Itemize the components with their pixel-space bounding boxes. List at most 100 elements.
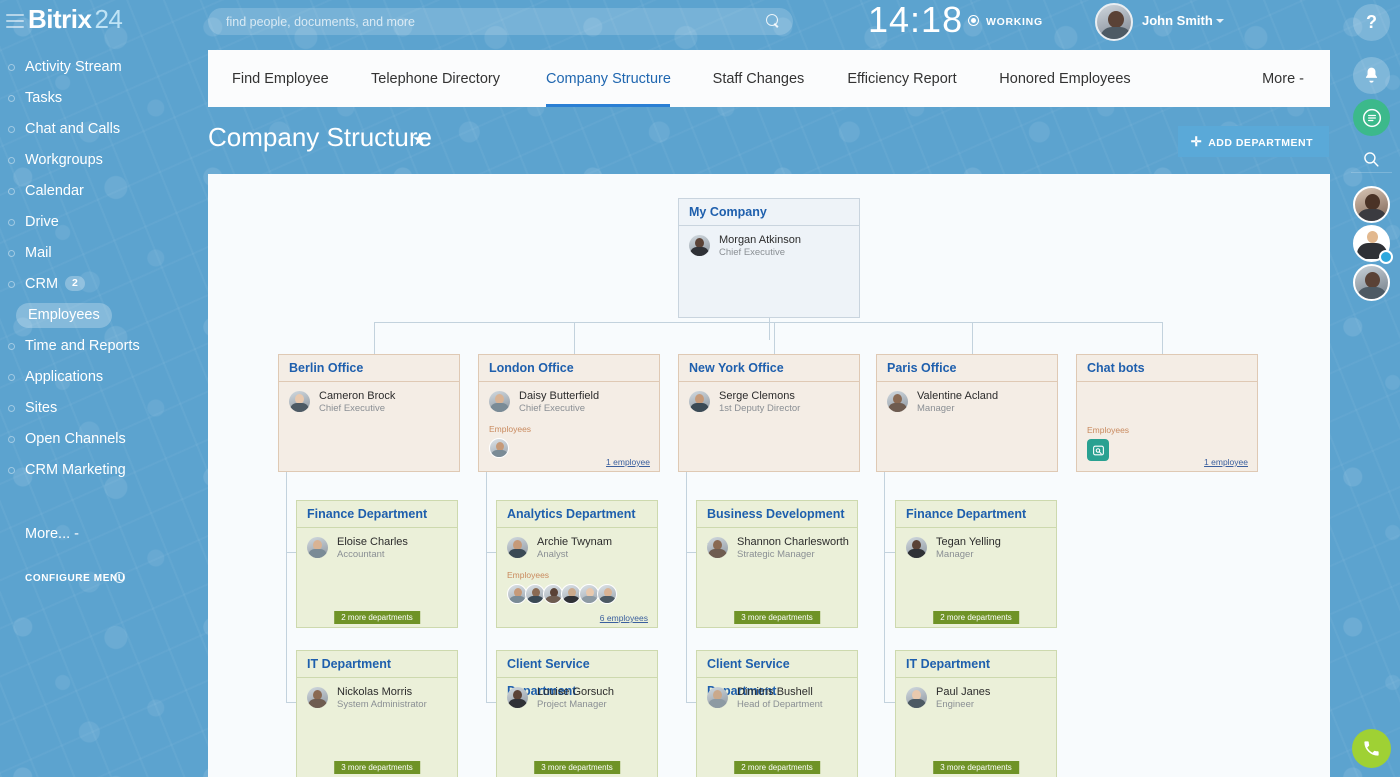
person-entry[interactable]: Cameron BrockChief Executive [289, 391, 449, 423]
department-card[interactable]: Analytics Department6 employeesArchie Tw… [496, 500, 658, 628]
office-card[interactable]: Paris OfficeValentine AclandManager [876, 354, 1058, 472]
tab-company-structure[interactable]: Company Structure [546, 50, 670, 107]
more-departments-badge[interactable]: 3 more departments [334, 761, 420, 774]
more-departments-badge[interactable]: 3 more departments [734, 611, 820, 624]
more-departments-badge[interactable]: 2 more departments [334, 611, 420, 624]
person-entry[interactable]: Morgan AtkinsonChief Executive [689, 235, 849, 267]
tab-find-employee[interactable]: Find Employee [232, 50, 324, 107]
sidebar-item-applications[interactable]: Applications [0, 362, 208, 393]
configure-menu-label[interactable]: CONFIGURE MENU [25, 573, 126, 584]
person-entry[interactable]: Valentine AclandManager [887, 391, 1047, 423]
company-card[interactable]: My CompanyMorgan AtkinsonChief Executive [678, 198, 860, 318]
office-card[interactable]: London Office1 employeeDaisy Butterfield… [478, 354, 660, 472]
app-logo[interactable]: Bitrix24 [28, 4, 122, 35]
sidebar-item-chat-and-calls[interactable]: Chat and Calls [0, 114, 208, 145]
person-entry[interactable]: Tegan YellingManager [906, 537, 1046, 569]
office-card[interactable]: New York OfficeSerge Clemons1st Deputy D… [678, 354, 860, 472]
bot-avatar[interactable] [1087, 439, 1109, 461]
tab-efficiency-report[interactable]: Efficiency Report [847, 50, 957, 107]
sidebar-item-crm-marketing[interactable]: CRM Marketing [0, 455, 208, 486]
avatar[interactable] [707, 687, 728, 708]
department-card[interactable]: Finance DepartmentEloise CharlesAccounta… [296, 500, 458, 628]
employee-avatar[interactable] [507, 584, 527, 604]
avatar[interactable] [489, 391, 510, 412]
department-card[interactable]: Client Service DepartmentDimitris Bushel… [696, 650, 858, 777]
bell-icon[interactable] [1353, 57, 1390, 94]
employee-avatar[interactable] [525, 584, 545, 604]
avatar-2-status-badge [1379, 250, 1393, 264]
sidebar-item-activity-stream[interactable]: Activity Stream [0, 52, 208, 83]
employees-link[interactable]: 6 employees [600, 613, 648, 623]
person-entry[interactable]: Louise GorsuchProject Manager [507, 687, 647, 719]
hamburger-menu-icon[interactable] [6, 14, 24, 28]
department-card[interactable]: IT DepartmentNickolas MorrisSystem Admin… [296, 650, 458, 777]
avatar-3[interactable] [1353, 264, 1390, 301]
add-department-button[interactable]: ✛ADD DEPARTMENT [1178, 126, 1329, 157]
avatar[interactable] [906, 537, 927, 558]
tab-honored-employees[interactable]: Honored Employees [998, 50, 1132, 107]
person-entry[interactable]: Shannon CharlesworthStrategic Manager [707, 537, 847, 569]
tab-staff-changes[interactable]: Staff Changes [712, 50, 805, 107]
sidebar-item-drive[interactable]: Drive [0, 207, 208, 238]
person-entry[interactable]: Dimitris BushellHead of Department [707, 687, 847, 719]
user-name[interactable]: John Smith [1142, 13, 1213, 28]
avatar[interactable] [689, 235, 710, 256]
sidebar-item-sites[interactable]: Sites [0, 393, 208, 424]
sidebar-more[interactable]: More... - [25, 526, 79, 542]
search-input[interactable] [226, 8, 746, 35]
employee-avatar[interactable] [597, 584, 617, 604]
avatar[interactable] [906, 687, 927, 708]
more-departments-badge[interactable]: 2 more departments [734, 761, 820, 774]
avatar[interactable] [307, 537, 328, 558]
favorite-star-icon[interactable]: ★ [412, 130, 427, 150]
employee-avatar[interactable] [579, 584, 599, 604]
tab-telephone-directory[interactable]: Telephone Directory [368, 50, 503, 107]
avatar-1[interactable] [1353, 186, 1390, 223]
person-entry[interactable]: Eloise CharlesAccountant [307, 537, 447, 569]
department-card[interactable]: Client Service DepartmentLouise GorsuchP… [496, 650, 658, 777]
person-entry[interactable]: Nickolas MorrisSystem Administrator [307, 687, 447, 719]
sidebar-item-workgroups[interactable]: Workgroups [0, 145, 208, 176]
person-entry[interactable]: Paul JanesEngineer [906, 687, 1046, 719]
more-departments-badge[interactable]: 3 more departments [534, 761, 620, 774]
chevron-down-icon[interactable] [1216, 19, 1224, 23]
department-card[interactable]: Finance DepartmentTegan YellingManager2 … [895, 500, 1057, 628]
global-search[interactable] [208, 8, 793, 35]
sidebar-item-tasks[interactable]: Tasks [0, 83, 208, 114]
sidebar-item-crm[interactable]: CRM2 [0, 269, 208, 300]
person-entry[interactable]: Archie TwynamAnalyst [507, 537, 647, 569]
search-icon[interactable] [766, 14, 780, 28]
connector-dept-branch [486, 702, 496, 703]
avatar[interactable] [307, 687, 328, 708]
office-card[interactable]: Berlin OfficeCameron BrockChief Executiv… [278, 354, 460, 472]
more-departments-badge[interactable]: 2 more departments [933, 611, 1019, 624]
person-entry[interactable]: Serge Clemons1st Deputy Director [689, 391, 849, 423]
avatar[interactable] [289, 391, 310, 412]
avatar[interactable] [707, 537, 728, 558]
gear-icon[interactable] [114, 572, 125, 583]
working-status-icon[interactable] [968, 15, 979, 26]
employee-avatar[interactable] [561, 584, 581, 604]
avatar[interactable] [689, 391, 710, 412]
sidebar-item-open-channels[interactable]: Open Channels [0, 424, 208, 455]
tab-more[interactable]: More - [1262, 50, 1304, 107]
office-card[interactable]: Chat bots1 employeeEmployees [1076, 354, 1258, 472]
sidebar-item-calendar[interactable]: Calendar [0, 176, 208, 207]
department-card[interactable]: IT DepartmentPaul JanesEngineer3 more de… [895, 650, 1057, 777]
avatar[interactable] [507, 537, 528, 558]
person-entry[interactable]: Daisy ButterfieldChief Executive [489, 391, 649, 423]
avatar[interactable] [887, 391, 908, 412]
department-card[interactable]: Business Development ...Shannon Charlesw… [696, 500, 858, 628]
employee-avatar[interactable] [489, 438, 509, 458]
employee-avatar[interactable] [543, 584, 563, 604]
phone-icon[interactable] [1352, 729, 1391, 768]
chat-icon[interactable] [1353, 99, 1390, 136]
working-status-label[interactable]: WORKING [986, 16, 1043, 28]
more-departments-badge[interactable]: 3 more departments [933, 761, 1019, 774]
avatar[interactable] [507, 687, 528, 708]
avatar[interactable] [1095, 3, 1133, 41]
sidebar-item-mail[interactable]: Mail [0, 238, 208, 269]
sidebar-item-employees[interactable]: Employees [0, 300, 208, 331]
help-icon[interactable]: ? [1353, 4, 1390, 41]
sidebar-item-time-and-reports[interactable]: Time and Reports [0, 331, 208, 362]
